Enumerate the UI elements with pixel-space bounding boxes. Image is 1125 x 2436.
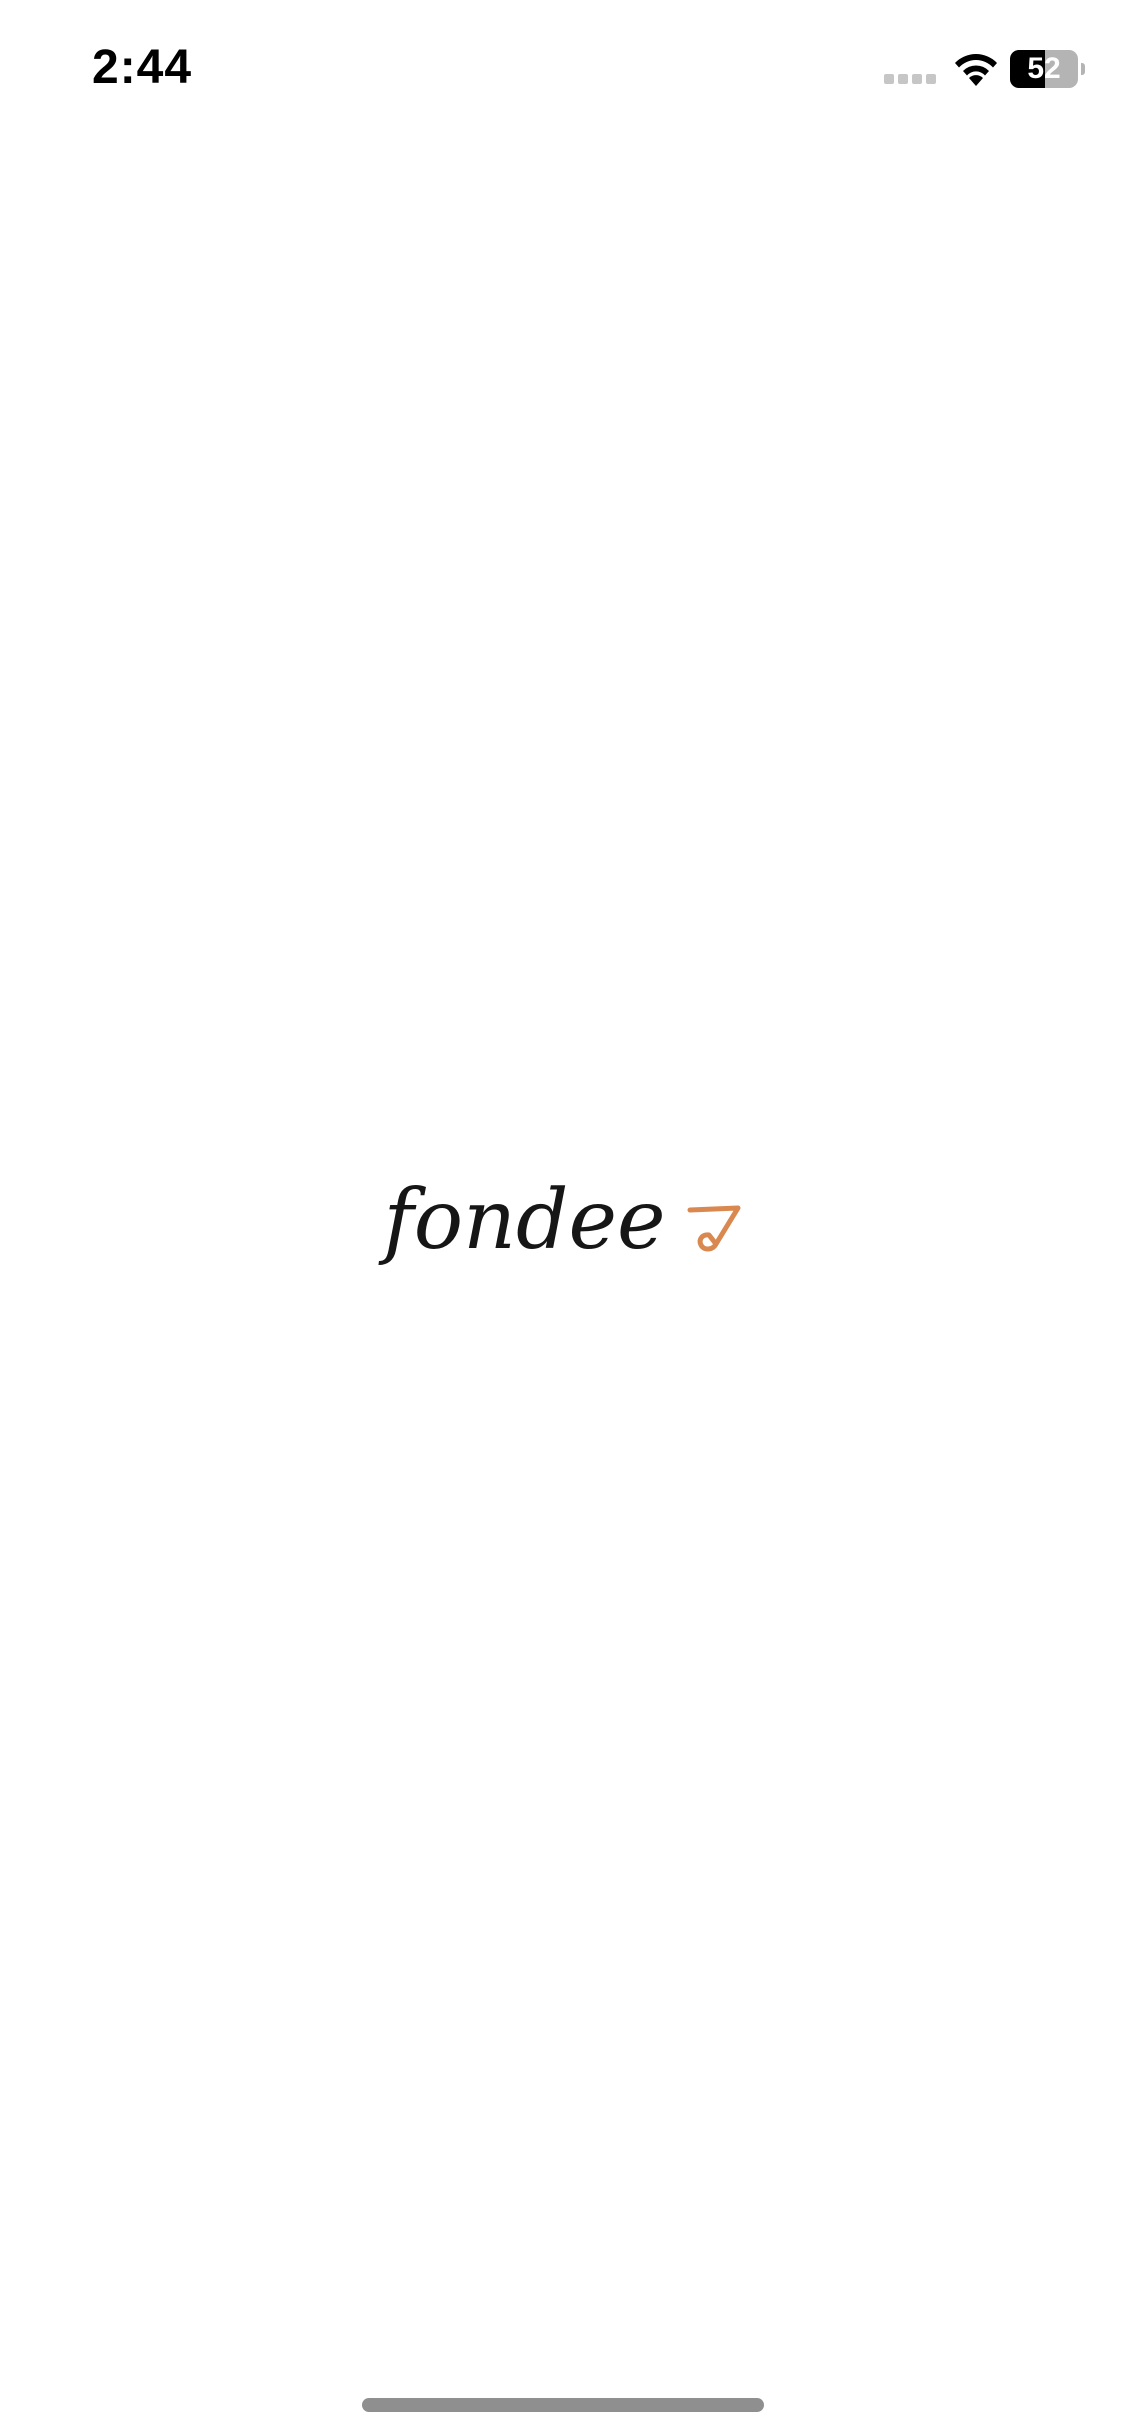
signal-icon (884, 74, 936, 84)
home-indicator[interactable] (362, 2398, 764, 2412)
wifi-icon (955, 54, 997, 86)
battery-icon: 52 (1010, 50, 1086, 88)
logo-wordmark: fondee (383, 1172, 666, 1268)
battery-level: 52 (1027, 52, 1061, 85)
battery-body: 52 (1010, 50, 1078, 88)
status-bar: 2:44 52 (0, 0, 1125, 140)
paper-plane-icon (687, 1205, 741, 1252)
status-time: 2:44 (92, 41, 193, 94)
app-logo: fondee (0, 1160, 1125, 1280)
battery-cap (1081, 63, 1085, 75)
